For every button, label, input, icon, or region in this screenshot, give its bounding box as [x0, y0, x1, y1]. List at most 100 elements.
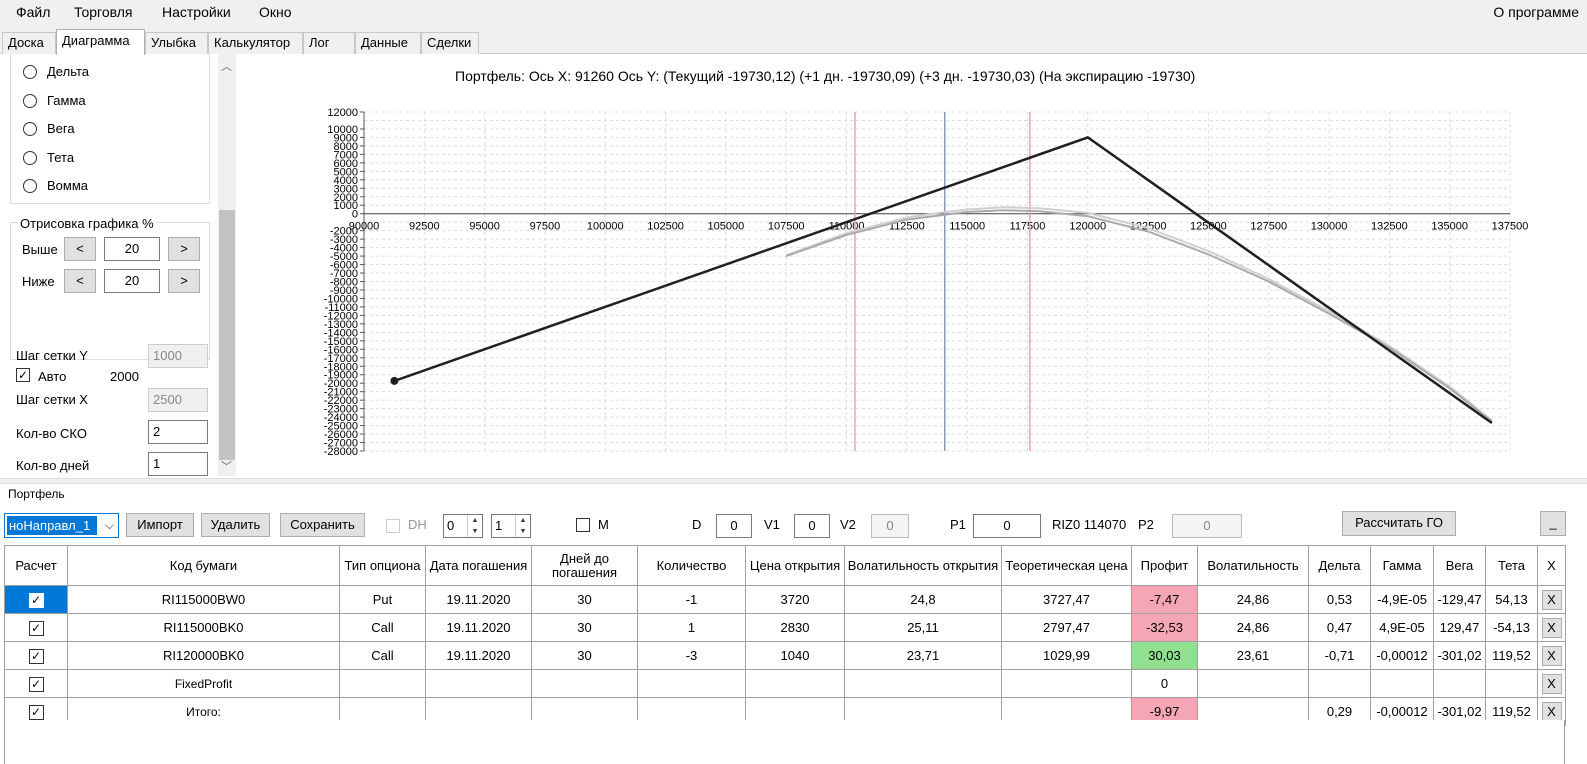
cell-theta[interactable]: 119,52	[1485, 641, 1538, 670]
cell-code[interactable]: RI115000BK0	[67, 613, 340, 642]
radio-theta[interactable]: Тета	[23, 150, 74, 165]
col-gamma[interactable]: Гамма	[1370, 545, 1434, 586]
cell-delta[interactable]	[1308, 669, 1371, 698]
tab-log[interactable]: Лог	[303, 32, 355, 54]
scroll-thumb[interactable]	[219, 210, 235, 460]
cell-vol-open[interactable]: 23,71	[844, 641, 1002, 670]
scroll-down-icon[interactable]: ﹀	[221, 458, 232, 474]
cell-date[interactable]: 19.11.2020	[425, 613, 532, 642]
chevron-down-icon[interactable]: ⌵	[105, 518, 114, 533]
cell-type[interactable]: Put	[339, 585, 426, 614]
cell-qty[interactable]: -1	[637, 585, 746, 614]
cell-vega[interactable]: -301,02	[1433, 641, 1486, 670]
col-vega[interactable]: Вега	[1433, 545, 1486, 586]
cell-vol[interactable]	[1197, 669, 1309, 698]
import-button[interactable]: Импорт	[126, 513, 194, 537]
cell-profit[interactable]: -32,53	[1131, 613, 1198, 642]
cell-theo[interactable]: 2797,47	[1001, 613, 1132, 642]
cell-code[interactable]: RI115000BW0	[67, 585, 340, 614]
cell-vol[interactable]: 23,61	[1197, 641, 1309, 670]
col-expiry-date[interactable]: Дата погашения	[425, 545, 532, 586]
tab-smile[interactable]: Улыбка	[145, 32, 208, 54]
table-row[interactable]: ✓ RI120000BK0 Call 19.11.2020 30 -3 1040 23,71 1…	[4, 641, 1566, 670]
cell-theo[interactable]: 3727,47	[1001, 585, 1132, 614]
cell-vol[interactable]: 24,86	[1197, 585, 1309, 614]
grid-step-y-field[interactable]: 1000	[148, 344, 208, 368]
cell-theta[interactable]: -54,13	[1485, 613, 1538, 642]
row-calc-checkbox[interactable]: ✓	[28, 704, 44, 720]
col-calc[interactable]: Расчет	[4, 545, 68, 586]
remove-row-button[interactable]: X	[1541, 673, 1562, 694]
table-row[interactable]: ✓ RI115000BW0 Put 19.11.2020 30 -1 3720 24,8 372…	[4, 585, 1566, 614]
v2-field[interactable]: 0	[871, 514, 909, 538]
col-profit[interactable]: Профит	[1131, 545, 1198, 586]
cell-gamma[interactable]	[1370, 669, 1434, 698]
cell-vol[interactable]: 24,86	[1197, 613, 1309, 642]
col-volatility[interactable]: Волатильность	[1197, 545, 1309, 586]
cell-type[interactable]	[339, 669, 426, 698]
cell-price[interactable]: 3720	[745, 585, 845, 614]
cell-code[interactable]: RI120000BK0	[67, 641, 340, 670]
spin-arrows-icon[interactable]: ▲ ▼	[467, 515, 482, 537]
spin-arrows-icon[interactable]: ▲ ▼	[515, 515, 530, 537]
cell-vol-open[interactable]	[844, 669, 1002, 698]
tab-calculator[interactable]: Калькулятор	[208, 32, 303, 54]
cell-price[interactable]: 1040	[745, 641, 845, 670]
days-count-field[interactable]: 1	[148, 452, 208, 476]
radio-delta[interactable]: Дельта	[23, 64, 89, 79]
above-decrease-button[interactable]: <	[64, 237, 96, 261]
cell-theta[interactable]	[1485, 669, 1538, 698]
row-calc-cell[interactable]: ✓	[4, 613, 68, 642]
row-calc-cell[interactable]: ✓	[4, 669, 68, 698]
menu-file[interactable]: Файл	[16, 4, 50, 20]
col-theta[interactable]: Тета	[1485, 545, 1538, 586]
remove-row-button[interactable]: X	[1541, 617, 1562, 638]
cell-delta[interactable]: -0,71	[1308, 641, 1371, 670]
remove-row-button[interactable]: X	[1541, 701, 1562, 722]
cell-code[interactable]: FixedProfit	[67, 669, 340, 698]
cell-profit[interactable]: -7,47	[1131, 585, 1198, 614]
below-value-field[interactable]: 20	[104, 269, 160, 293]
col-code[interactable]: Код бумаги	[67, 545, 340, 586]
tab-board[interactable]: Доска	[2, 32, 56, 54]
menu-window[interactable]: Окно	[259, 4, 292, 20]
row-calc-checkbox[interactable]: ✓	[28, 676, 44, 692]
minimize-button[interactable]: _	[1540, 511, 1566, 536]
row-calc-checkbox[interactable]: ✓	[28, 592, 44, 608]
tab-diagram[interactable]: Диаграмма	[56, 29, 145, 55]
cell-days[interactable]: 30	[531, 641, 638, 670]
cell-vega[interactable]: -129,47	[1433, 585, 1486, 614]
menu-about[interactable]: О программе	[1493, 4, 1579, 20]
menu-trading[interactable]: Торговля	[74, 4, 132, 20]
radio-vomma[interactable]: Вомма	[23, 178, 88, 193]
remove-row-button[interactable]: X	[1541, 589, 1562, 610]
delete-button[interactable]: Удалить	[201, 513, 270, 537]
above-value-field[interactable]: 20	[104, 237, 160, 261]
below-decrease-button[interactable]: <	[64, 269, 96, 293]
cell-date[interactable]	[425, 669, 532, 698]
auto-checkbox[interactable]: ✓	[16, 368, 30, 382]
cell-qty[interactable]	[637, 669, 746, 698]
cell-profit[interactable]: 30,03	[1131, 641, 1198, 670]
row-calc-checkbox[interactable]: ✓	[28, 620, 44, 636]
cell-vega[interactable]: 129,47	[1433, 613, 1486, 642]
cell-profit[interactable]: 0	[1131, 669, 1198, 698]
p2-field[interactable]: 0	[1172, 514, 1242, 538]
p1-field[interactable]: 0	[973, 514, 1041, 538]
cell-vega[interactable]	[1433, 669, 1486, 698]
dh-spin-2[interactable]: 1 ▲ ▼	[491, 514, 531, 538]
row-calc-cell[interactable]: ✓	[4, 585, 68, 614]
cell-vol-open[interactable]: 24,8	[844, 585, 1002, 614]
cell-vol-open[interactable]: 25,11	[844, 613, 1002, 642]
cell-days[interactable]: 30	[531, 613, 638, 642]
col-days-to-expiry[interactable]: Дней до погашения	[531, 545, 638, 586]
cell-type[interactable]: Call	[339, 613, 426, 642]
col-open-volatility[interactable]: Волатильность открытия	[844, 545, 1002, 586]
cell-price[interactable]	[745, 669, 845, 698]
cell-price[interactable]: 2830	[745, 613, 845, 642]
col-open-price[interactable]: Цена открытия	[745, 545, 845, 586]
cell-theo[interactable]	[1001, 669, 1132, 698]
cell-days[interactable]: 30	[531, 585, 638, 614]
v1-field[interactable]: 0	[794, 514, 830, 538]
cell-delta[interactable]: 0,53	[1308, 585, 1371, 614]
